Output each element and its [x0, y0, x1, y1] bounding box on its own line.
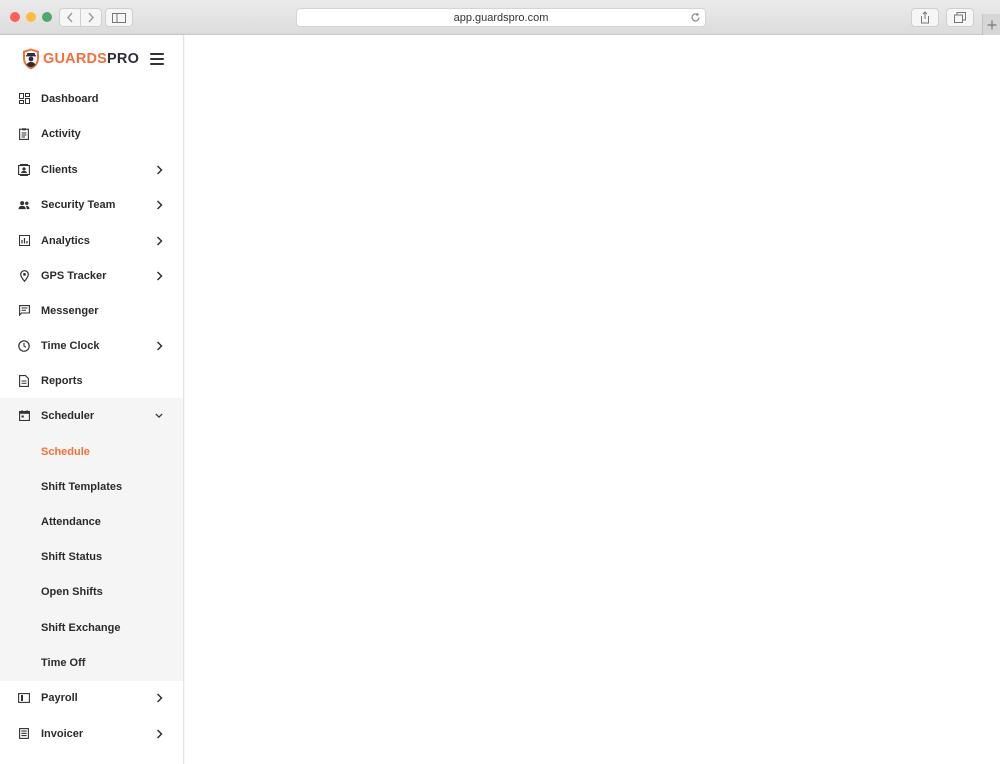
sidebar-item-scheduler[interactable]: Scheduler — [0, 398, 183, 433]
chevron-right-icon — [155, 164, 163, 175]
analytics-icon — [18, 235, 30, 247]
sidebar-item-analytics[interactable]: Analytics — [0, 223, 183, 258]
address-bar[interactable]: app.guardspro.com — [296, 8, 706, 27]
guard-shield-icon — [23, 48, 39, 70]
sidebar-subitem-label: Attendance — [41, 515, 101, 528]
sidebar-item-invoicer[interactable]: Invoicer — [0, 716, 183, 751]
sidebar-icon — [112, 12, 126, 23]
chevron-right-icon — [155, 692, 163, 703]
sidebar-item-label: Dashboard — [41, 92, 99, 105]
sidebar-item-dashboard[interactable]: Dashboard — [0, 81, 183, 116]
clipboard-icon — [18, 127, 30, 140]
main-content — [185, 35, 1000, 764]
chevron-down-icon — [155, 411, 163, 421]
document-icon — [18, 374, 30, 387]
chevron-right-icon — [155, 199, 163, 210]
chevron-right-icon — [88, 12, 94, 23]
share-icon — [921, 11, 929, 24]
browser-toolbar: app.guardspro.com — [0, 0, 1000, 35]
sidebar-item-payroll[interactable]: Payroll — [0, 680, 183, 715]
sidebar-subitem-label: Shift Templates — [41, 480, 123, 493]
chevron-right-icon — [155, 728, 163, 739]
brand-name-guards: GUARDS — [43, 51, 108, 67]
zoom-window-button[interactable] — [42, 12, 52, 22]
chat-icon — [18, 305, 30, 317]
sidebar-item-label: Reports — [41, 374, 83, 387]
reload-icon[interactable] — [690, 12, 701, 26]
sidebar-item-activity[interactable]: Activity — [0, 116, 183, 151]
sidebar-subitem-attendance[interactable]: Attendance — [0, 504, 183, 539]
sidebar-item-security-team[interactable]: Security Team — [0, 187, 183, 222]
sidebar-subitem-time-off[interactable]: Time Off — [0, 645, 183, 680]
chevron-right-icon — [155, 270, 163, 281]
plus-icon — [987, 20, 996, 29]
brand-logo[interactable]: GUARDSPRO — [22, 47, 139, 71]
client-card-icon — [18, 163, 30, 176]
invoice-icon — [18, 728, 30, 740]
chevron-left-icon — [67, 12, 73, 23]
sidebar-item-label: Payroll — [41, 691, 78, 704]
sidebar-item-label: Analytics — [41, 234, 90, 247]
share-button[interactable] — [911, 8, 939, 27]
dashboard-icon — [18, 93, 30, 105]
sidebar-toggle-button[interactable] — [105, 8, 133, 27]
sidebar-item-reports[interactable]: Reports — [0, 363, 183, 398]
sidebar-item-label: Messenger — [41, 304, 99, 317]
payroll-icon — [18, 692, 30, 704]
show-tabs-button[interactable] — [946, 8, 974, 27]
sidebar-item-time-clock[interactable]: Time Clock — [0, 328, 183, 363]
sidebar-subitem-label: Schedule — [41, 445, 90, 458]
tabs-icon — [954, 12, 966, 23]
chevron-right-icon — [155, 340, 163, 351]
sidebar-subitem-shift-exchange[interactable]: Shift Exchange — [0, 610, 183, 645]
sidebar-item-clients[interactable]: Clients — [0, 152, 183, 187]
brand-name-pro: PRO — [107, 51, 140, 67]
sidebar-subitem-label: Open Shifts — [41, 585, 103, 598]
sidebar-subitem-open-shifts[interactable]: Open Shifts — [0, 574, 183, 609]
sidebar-item-label: Invoicer — [41, 727, 84, 740]
menu-toggle-icon[interactable] — [150, 53, 164, 65]
close-window-button[interactable] — [10, 12, 20, 22]
sidebar-item-label: Clients — [41, 163, 78, 176]
calendar-icon — [18, 410, 30, 422]
sidebar-item-label: Activity — [41, 127, 81, 140]
sidebar-subitem-schedule[interactable]: Schedule — [0, 434, 183, 469]
chevron-right-icon — [155, 235, 163, 246]
sidebar-item-label: GPS Tracker — [41, 269, 107, 282]
new-tab-button[interactable] — [982, 14, 1000, 35]
url-text: app.guardspro.com — [453, 11, 549, 24]
sidebar-item-label: Security Team — [41, 198, 116, 211]
forward-button[interactable] — [80, 8, 102, 27]
sidebar: GUARDSPRO Dashboard Activity Clients Sec… — [0, 35, 184, 764]
brand-name: GUARDSPRO — [43, 51, 139, 67]
sidebar-subitem-label: Shift Exchange — [41, 621, 121, 634]
sidebar-item-gps-tracker[interactable]: GPS Tracker — [0, 258, 183, 293]
sidebar-item-label: Scheduler — [41, 409, 95, 422]
sidebar-item-messenger[interactable]: Messenger — [0, 293, 183, 328]
location-pin-icon — [18, 269, 30, 282]
sidebar-subitem-shift-templates[interactable]: Shift Templates — [0, 469, 183, 504]
sidebar-item-label: Time Clock — [41, 339, 100, 352]
team-icon — [18, 199, 30, 211]
clock-icon — [18, 339, 30, 352]
minimize-window-button[interactable] — [26, 12, 36, 22]
sidebar-subitem-label: Shift Status — [41, 550, 103, 563]
sidebar-subitem-label: Time Off — [41, 656, 86, 669]
sidebar-subitem-shift-status[interactable]: Shift Status — [0, 539, 183, 574]
back-button[interactable] — [59, 8, 81, 27]
